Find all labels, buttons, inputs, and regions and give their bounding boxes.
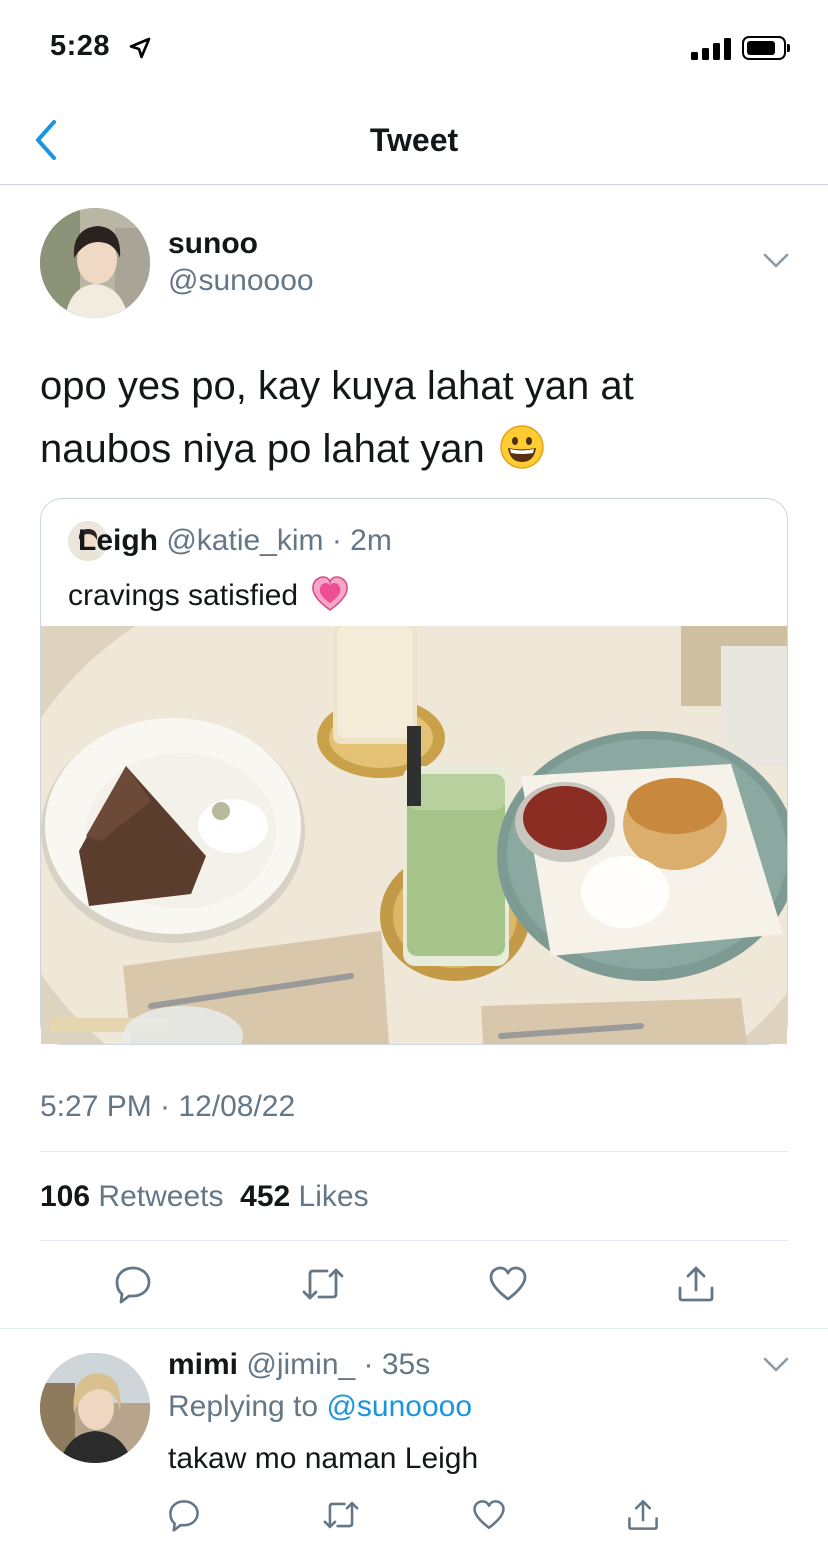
page-title: Tweet <box>369 122 459 158</box>
author-name[interactable]: sunoo <box>168 227 258 261</box>
reply-like-button[interactable] <box>472 1498 506 1532</box>
divider <box>40 1240 788 1241</box>
signal-icon <box>691 38 731 60</box>
reply-text: takaw mo naman Leigh <box>168 1442 479 1475</box>
reply-header: mimi @jimin_ · 35s <box>168 1348 430 1382</box>
reply-author-avatar[interactable] <box>40 1353 150 1463</box>
location-arrow-icon <box>128 36 152 65</box>
author-handle[interactable]: @sunoooo <box>168 264 314 298</box>
reply-button[interactable] <box>113 1264 153 1304</box>
reply-time: · 35s <box>363 1348 431 1381</box>
reply-author-handle[interactable]: @jimin_ <box>246 1348 355 1381</box>
like-button[interactable] <box>488 1264 528 1304</box>
battery-icon <box>742 36 790 60</box>
share-button[interactable] <box>676 1264 716 1304</box>
retweets-stat[interactable]: 106 Retweets <box>40 1180 223 1213</box>
tweet-stats: 106 Retweets 452 Likes <box>40 1180 369 1214</box>
reply-reply-button[interactable] <box>167 1498 201 1532</box>
quoted-tweet-text-row: cravings satisfied <box>68 574 350 622</box>
tweet-text-line-2: naubos niya po lahat yan <box>40 427 485 471</box>
replying-to-handle[interactable]: @sunoooo <box>326 1390 472 1423</box>
replying-to-label: Replying to <box>168 1390 319 1423</box>
divider <box>0 184 828 185</box>
quoted-author-name: Leigh <box>78 524 158 557</box>
status-time: 5:28 <box>50 30 111 62</box>
retweets-label: Retweets <box>98 1180 224 1213</box>
tweet-timestamp: 5:27 PM · 12/08/22 <box>40 1090 296 1123</box>
likes-label: Likes <box>298 1180 369 1213</box>
quoted-tweet-time: · 2m <box>331 524 392 557</box>
divider <box>0 1328 828 1329</box>
tweet-text-line-1: opo yes po, kay kuya lahat yan at <box>40 364 634 408</box>
quoted-author-handle: @katie_kim <box>166 524 324 557</box>
replying-to: Replying to @sunoooo <box>168 1390 472 1424</box>
quoted-tweet-photo[interactable] <box>41 626 787 1044</box>
reply-retweet-button[interactable] <box>322 1498 359 1532</box>
tweet-text: opo yes po, kay kuya lahat yan at naubos… <box>40 355 760 489</box>
retweet-button[interactable] <box>301 1264 344 1304</box>
chevron-down-icon[interactable] <box>762 252 790 275</box>
quoted-tweet-header: Leigh @katie_kim · 2m <box>78 524 392 558</box>
author-avatar[interactable] <box>40 208 150 318</box>
quoted-tweet-text: cravings satisfied <box>68 579 299 612</box>
likes-stat[interactable]: 452 Likes <box>240 1180 368 1213</box>
likes-count: 452 <box>240 1180 291 1213</box>
chevron-down-icon[interactable] <box>762 1356 790 1379</box>
retweets-count: 106 <box>40 1180 91 1213</box>
divider <box>40 1151 788 1152</box>
reply-share-button[interactable] <box>626 1498 660 1532</box>
reply-author-name[interactable]: mimi <box>168 1348 238 1381</box>
growing-heart-icon <box>310 574 350 622</box>
grinning-face-icon <box>499 424 545 489</box>
